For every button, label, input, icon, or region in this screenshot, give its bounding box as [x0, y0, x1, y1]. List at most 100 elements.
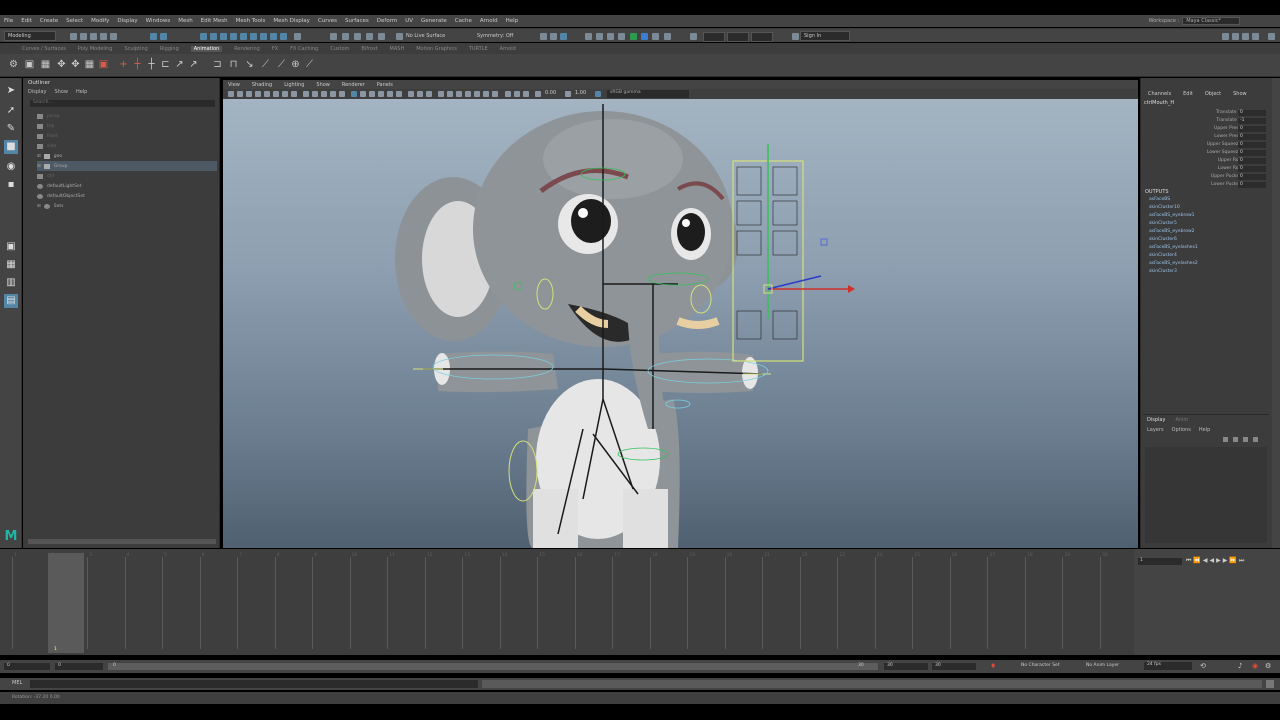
layer-menu-layers[interactable]: Layers	[1147, 427, 1164, 433]
shelf-tool-icon[interactable]: ┼	[146, 59, 157, 70]
hud-icon[interactable]	[456, 91, 462, 97]
snap-view-icon[interactable]	[366, 33, 373, 40]
move-tool-icon[interactable]: ■	[4, 140, 18, 154]
y-field[interactable]	[727, 32, 749, 42]
shelf-tool-icon[interactable]: ⟋	[276, 59, 287, 70]
tab-motion-graphics[interactable]: Motion Graphics	[416, 46, 457, 52]
side-tabs[interactable]	[1272, 78, 1280, 548]
playback-end-field[interactable]: 30	[884, 663, 928, 670]
channel-box-object-name[interactable]: ctrlMouth_H	[1144, 100, 1174, 106]
attr-value[interactable]: 0	[1238, 150, 1266, 156]
exposure-field[interactable]: 0.00	[545, 90, 556, 96]
render-view-icon[interactable]	[585, 33, 592, 40]
outliner-row[interactable]: ctrl	[37, 171, 217, 181]
paint-select-icon[interactable]: ✎	[4, 122, 18, 136]
tab-fx-caching[interactable]: FX Caching	[290, 46, 318, 52]
outliner-row[interactable]: top	[37, 121, 217, 131]
shelf-tool-icon[interactable]: ⊐	[212, 59, 223, 70]
current-time-marker[interactable]	[48, 553, 84, 653]
smooth-shade-icon[interactable]	[321, 91, 327, 97]
go-to-end-icon[interactable]: ⏭	[1239, 557, 1246, 564]
snap-point-icon[interactable]	[354, 33, 361, 40]
character-set-icon[interactable]: ♦	[990, 662, 996, 670]
arnold-icon[interactable]	[664, 33, 671, 40]
save-scene-icon[interactable]	[90, 33, 97, 40]
user-icon[interactable]	[792, 33, 799, 40]
output-node[interactable]: asFaceBS_eyelashes1	[1149, 245, 1198, 250]
tab-arnold[interactable]: Arnold	[500, 46, 516, 52]
select-by-object-icon[interactable]	[160, 33, 167, 40]
ao-icon[interactable]	[396, 91, 402, 97]
layer-menu-help[interactable]: Help	[1199, 427, 1210, 433]
gamma-icon[interactable]	[565, 91, 571, 97]
menu-file[interactable]: File	[4, 18, 13, 24]
menu-create[interactable]: Create	[40, 18, 58, 24]
xray-icon[interactable]	[360, 91, 366, 97]
attr-value[interactable]: 0	[1238, 174, 1266, 180]
output-node[interactable]: asFaceBS_eyelashes2	[1149, 261, 1198, 266]
viewport-menu-renderer[interactable]: Renderer	[342, 82, 365, 88]
anim-layer-dropdown[interactable]: No Anim Layer	[1086, 663, 1119, 668]
wireframe-on-shaded-icon[interactable]	[351, 91, 357, 97]
shelf-tool-icon[interactable]: ⊓	[228, 59, 239, 70]
pick-mask-icon[interactable]	[280, 33, 287, 40]
select-by-hierarchy-icon[interactable]	[150, 33, 157, 40]
pick-mask-icon[interactable]	[210, 33, 217, 40]
expand-icon[interactable]: ⊞	[37, 154, 41, 159]
panel-toggle-icon[interactable]	[1232, 33, 1239, 40]
tab-fx[interactable]: FX	[272, 46, 278, 52]
pick-mask-icon[interactable]	[230, 33, 237, 40]
shelf-tool-icon[interactable]: ▣	[24, 59, 35, 70]
grid-icon[interactable]	[264, 91, 270, 97]
layer-button-icon[interactable]	[1243, 437, 1248, 442]
hud-icon[interactable]	[474, 91, 480, 97]
outliner-row[interactable]: defaultLightSet	[37, 181, 217, 191]
snap-curve-icon[interactable]	[342, 33, 349, 40]
output-node[interactable]: asFaceBS	[1149, 197, 1170, 202]
scale-tool-icon[interactable]: ▪	[4, 178, 18, 192]
outliner-menu-show[interactable]: Show	[54, 89, 68, 95]
wireframe-icon[interactable]	[312, 91, 318, 97]
tab-rendering[interactable]: Rendering	[234, 46, 260, 52]
tab-animation[interactable]: Animation	[190, 45, 223, 52]
hud-icon[interactable]	[514, 91, 520, 97]
menu-mesh-display[interactable]: Mesh Display	[273, 18, 310, 24]
shelf-tool-icon[interactable]: ⊏	[160, 59, 171, 70]
attr-name[interactable]: Upper Squeeze	[1181, 142, 1241, 147]
shelf-tool-icon[interactable]: ↗	[174, 59, 185, 70]
render-current-icon[interactable]	[596, 33, 603, 40]
smooth-shade-icon[interactable]	[339, 91, 345, 97]
attr-value[interactable]: 0	[1238, 158, 1266, 164]
outliner-row[interactable]: side	[37, 141, 217, 151]
texture-icon[interactable]	[369, 91, 375, 97]
output-node[interactable]: skinCluster10	[1149, 205, 1180, 210]
film-gate-icon[interactable]	[273, 91, 279, 97]
menu-mesh[interactable]: Mesh	[178, 18, 192, 24]
output-node[interactable]: skinCluster6	[1149, 237, 1177, 242]
command-language-toggle[interactable]: MEL	[12, 680, 22, 686]
arnold-view-icon[interactable]	[652, 33, 659, 40]
live-surface-icon[interactable]	[396, 33, 403, 40]
time-slider[interactable]: 1 2 3 4 5 6 7 8 9 10 11 12 13 14 15 16 17 18 19 20 21 22 23 24 2…	[0, 549, 1134, 655]
menu-edit[interactable]: Edit	[21, 18, 32, 24]
channel-box-menu-object[interactable]: Object	[1205, 91, 1221, 97]
hud-icon[interactable]	[447, 91, 453, 97]
outliner-scrollbar[interactable]	[28, 539, 216, 544]
undo-icon[interactable]	[100, 33, 107, 40]
pick-mask-icon[interactable]	[240, 33, 247, 40]
lasso-tool-icon[interactable]: ➚	[4, 104, 18, 118]
outliner-search-input[interactable]: Search...	[30, 100, 215, 107]
pick-mask-icon[interactable]	[250, 33, 257, 40]
exposure-icon[interactable]	[535, 91, 541, 97]
attr-name[interactable]: Lower Roll	[1181, 166, 1241, 171]
channel-box-menu-channels[interactable]: Channels	[1148, 91, 1171, 97]
shelf-ik-icon[interactable]: ┼	[132, 59, 143, 70]
outliner-menu-help[interactable]: Help	[76, 89, 87, 95]
wireframe-icon[interactable]	[303, 91, 309, 97]
attr-name[interactable]: Lower Squeeze	[1181, 150, 1241, 155]
workspace-dropdown[interactable]: Maya Classic*	[1182, 17, 1240, 25]
step-back-icon[interactable]: ◀	[1203, 557, 1210, 564]
single-view-icon[interactable]: ▣	[4, 240, 18, 254]
attr-value[interactable]: 0	[1238, 182, 1266, 188]
hud-icon[interactable]	[483, 91, 489, 97]
